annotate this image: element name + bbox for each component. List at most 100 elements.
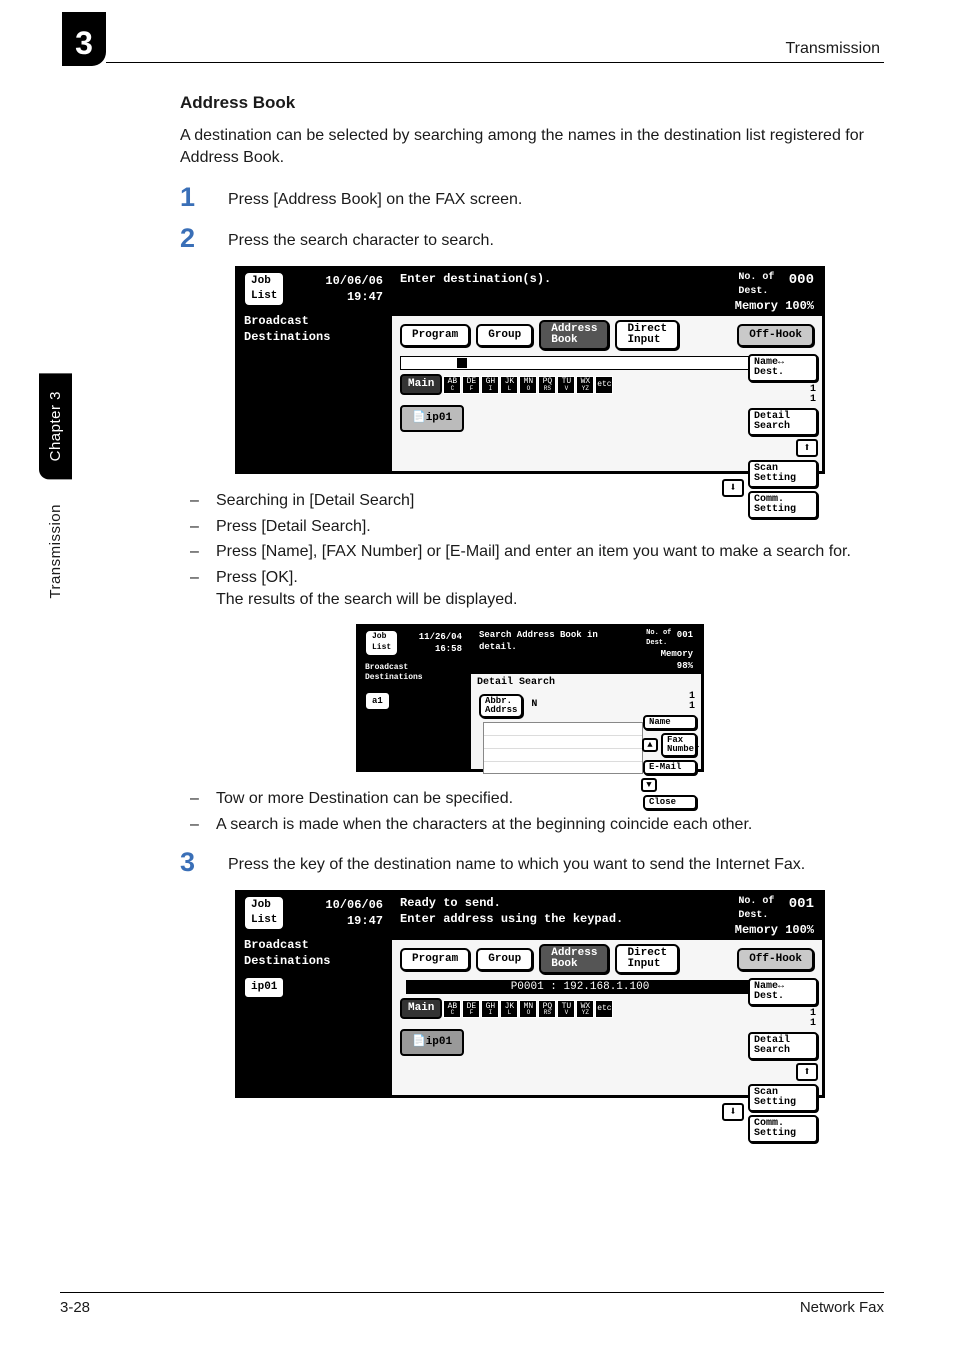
detail-search-button[interactable]: Detail Search — [748, 1032, 818, 1060]
comm-setting-button[interactable]: Comm. Setting — [748, 1115, 818, 1143]
search-field[interactable] — [400, 356, 754, 370]
bullet-d-sub: The results of the search will be displa… — [216, 589, 880, 611]
key-pq[interactable]: PQRS — [538, 1000, 556, 1018]
up-arrow-button[interactable]: ⬆ — [796, 1063, 818, 1081]
lcd3-datetime: 10/06/06 19:47 — [325, 897, 383, 929]
main-tab[interactable]: Main — [400, 998, 442, 1019]
heading: Address Book — [180, 92, 880, 115]
lcd3-memory: Memory 100% — [735, 923, 814, 937]
address-book-tab[interactable]: Address Book — [539, 320, 609, 350]
direct-input-tab[interactable]: Direct Input — [615, 320, 679, 350]
direct-input-tab[interactable]: Direct Input — [615, 944, 679, 974]
job-list-button[interactable]: Job List — [365, 630, 398, 656]
key-jk[interactable]: JKL — [500, 1000, 518, 1018]
step-3-num: 3 — [180, 849, 202, 876]
key-tu[interactable]: TUV — [557, 376, 575, 394]
sub-bullets-1: Searching in [Detail Search] Press [Deta… — [216, 490, 880, 610]
dest-count-label: No. of Dest. — [738, 271, 774, 298]
fax-number-button[interactable]: Fax Number — [661, 733, 697, 757]
lcd1-destcount: 000 — [789, 272, 814, 288]
dest-count-label: No. of Dest. — [646, 629, 671, 648]
key-ab[interactable]: ABC — [443, 376, 461, 394]
page-counter: 1 1 — [689, 692, 697, 712]
lcd-screenshot-2: Job List 11/26/04 16:58 Broadcast Destin… — [356, 624, 704, 772]
side-section: Transmission — [41, 486, 70, 617]
key-pq[interactable]: PQRS — [538, 376, 556, 394]
key-etc[interactable]: etc — [595, 376, 613, 394]
footer: 3-28 Network Fax — [60, 1292, 884, 1316]
key-ab[interactable]: ABC — [443, 1000, 461, 1018]
group-tab[interactable]: Group — [476, 948, 533, 971]
step-1: 1 Press [Address Book] on the FAX screen… — [180, 184, 880, 211]
bullet-b: Press [Detail Search]. — [216, 516, 880, 538]
step-3-text: Press the key of the destination name to… — [228, 849, 880, 876]
up-arrow-button[interactable]: ▲ — [642, 738, 658, 752]
lcd3-prompt-b: Enter address using the keypad. — [400, 912, 623, 926]
down-arrow-button[interactable]: ⬇ — [722, 1103, 744, 1121]
footer-title: Network Fax — [800, 1299, 884, 1316]
broadcast-label: Broadcast Destinations — [238, 309, 389, 349]
lcd3-destcount: 001 — [789, 896, 814, 912]
address-book-tab[interactable]: Address Book — [539, 944, 609, 974]
step-1-num: 1 — [180, 184, 202, 211]
key-jk[interactable]: JKL — [500, 376, 518, 394]
page: 3 Transmission Chapter 3 Transmission Ad… — [0, 0, 954, 1352]
page-number: 3-28 — [60, 1299, 90, 1316]
up-arrow-button[interactable]: ⬆ — [796, 439, 818, 457]
lcd2-datetime: 11/26/04 16:58 — [419, 631, 462, 655]
page-counter: 1 1 — [810, 385, 818, 405]
key-etc[interactable]: etc — [595, 1000, 613, 1018]
abbr-address-button[interactable]: Abbr. Addrss — [479, 694, 523, 718]
broadcast-label: Broadcast Destinations — [238, 933, 389, 973]
bullet-d: Press [OK].The results of the search wil… — [216, 567, 880, 610]
a1-chip: a1 — [365, 692, 390, 710]
name-button[interactable]: Name — [643, 715, 697, 730]
dest-ip01-selected[interactable]: 📄ip01 — [400, 1029, 464, 1056]
group-tab[interactable]: Group — [476, 324, 533, 347]
key-mn[interactable]: MNO — [519, 376, 537, 394]
bullet-e: Tow or more Destination can be specified… — [216, 788, 880, 810]
lcd1-memory: Memory 100% — [735, 299, 814, 313]
offhook-button[interactable]: Off-Hook — [737, 948, 814, 971]
email-button[interactable]: E-Mail — [643, 760, 697, 775]
offhook-button[interactable]: Off-Hook — [737, 324, 814, 347]
key-wx[interactable]: WXYZ — [576, 1000, 594, 1018]
lcd-screenshot-1: Job List 10/06/06 19:47 Broadcast Destin… — [235, 266, 825, 474]
detail-search-button[interactable]: Detail Search — [748, 408, 818, 436]
side-label: Chapter 3 Transmission — [12, 320, 98, 670]
running-head: Transmission — [785, 40, 880, 58]
key-de[interactable]: DEF — [462, 376, 480, 394]
program-tab[interactable]: Program — [400, 324, 470, 347]
dest-ip01[interactable]: 📄ip01 — [400, 405, 464, 432]
key-wx[interactable]: WXYZ — [576, 376, 594, 394]
lcd2-memory: Memory 98% — [661, 649, 693, 671]
job-list-button[interactable]: Job List — [244, 272, 284, 306]
lcd1-prompt: Enter destination(s). — [400, 271, 551, 314]
key-gh[interactable]: GHI — [481, 1000, 499, 1018]
job-list-button[interactable]: Job List — [244, 896, 284, 930]
content: Address Book A destination can be select… — [180, 92, 880, 1114]
page-counter: 1 1 — [810, 1009, 818, 1029]
key-mn[interactable]: MNO — [519, 1000, 537, 1018]
dest-count-label: No. of Dest. — [738, 895, 774, 922]
lcd-screenshot-3: Job List 10/06/06 19:47 Broadcast Destin… — [235, 890, 825, 1098]
scan-setting-button[interactable]: Scan Setting — [748, 460, 818, 488]
chapter-tab: 3 — [62, 12, 106, 66]
sub-bullets-2: Tow or more Destination can be specified… — [216, 788, 880, 835]
key-gh[interactable]: GHI — [481, 376, 499, 394]
header-rule — [106, 62, 884, 63]
name-dest-button[interactable]: Name↔ Dest. — [748, 978, 818, 1006]
name-dest-button[interactable]: Name↔ Dest. — [748, 354, 818, 382]
key-de[interactable]: DEF — [462, 1000, 480, 1018]
selected-ip01: ip01 — [244, 977, 284, 998]
program-tab[interactable]: Program — [400, 948, 470, 971]
text-cursor-icon — [457, 358, 467, 368]
intro-text: A destination can be selected by searchi… — [180, 125, 880, 168]
main-tab[interactable]: Main — [400, 374, 442, 395]
step-2-text: Press the search character to search. — [228, 225, 880, 252]
key-tu[interactable]: TUV — [557, 1000, 575, 1018]
side-chapter: Chapter 3 — [39, 373, 72, 479]
step-2: 2 Press the search character to search. — [180, 225, 880, 252]
lcd1-datetime: 10/06/06 19:47 — [325, 273, 383, 305]
scan-setting-button[interactable]: Scan Setting — [748, 1084, 818, 1112]
